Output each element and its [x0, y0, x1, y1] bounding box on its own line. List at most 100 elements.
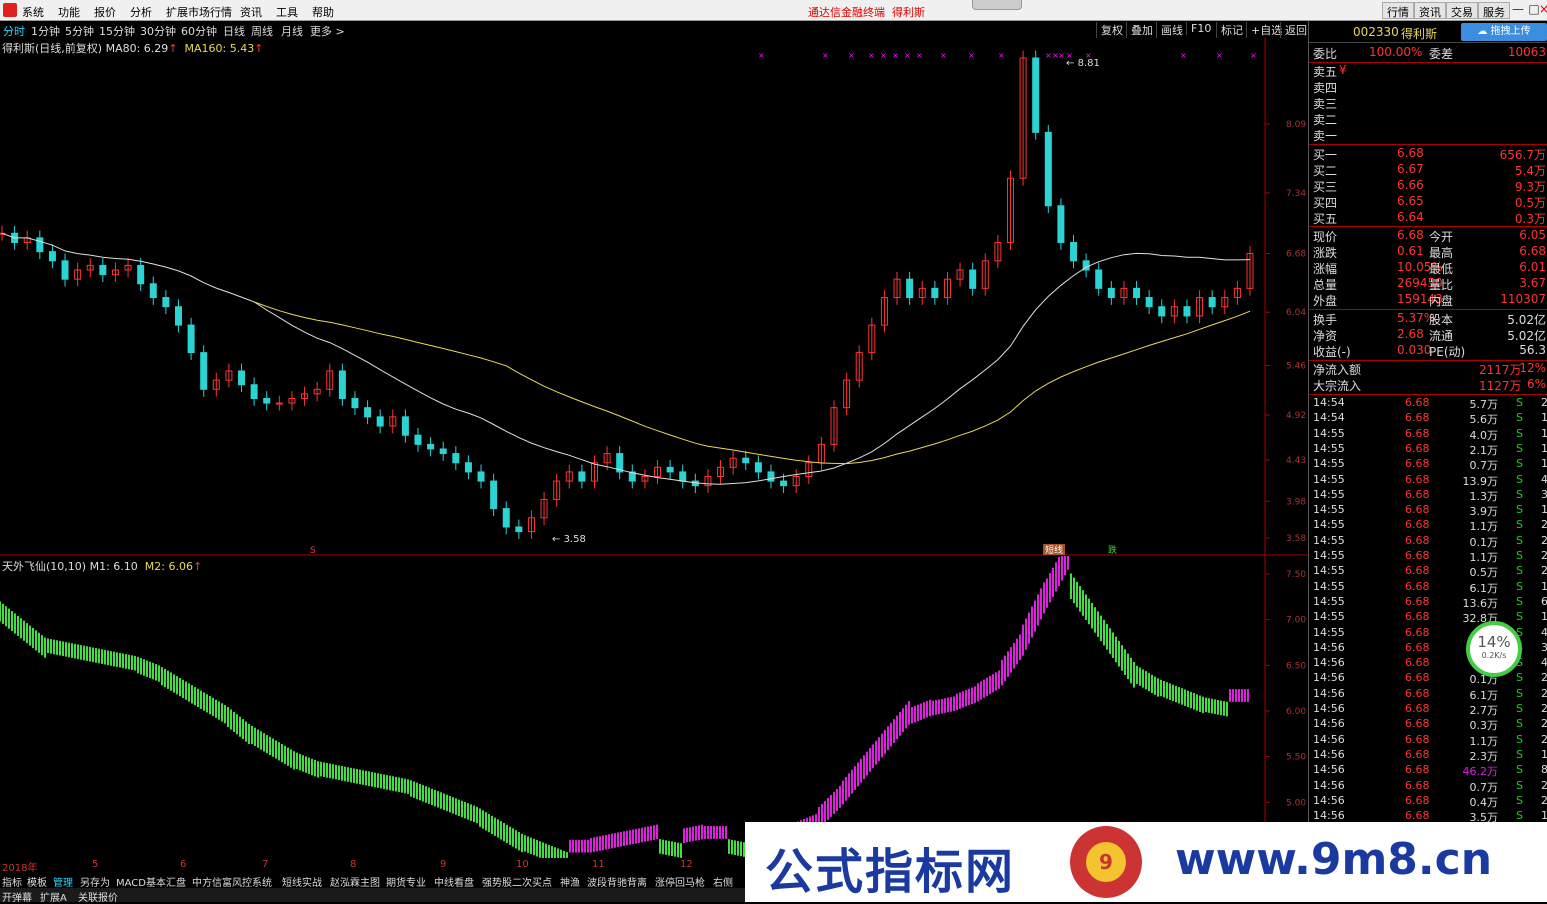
- period-tab-intraday[interactable]: 分时: [3, 23, 25, 39]
- tick-price: 6.68: [1405, 717, 1430, 731]
- tool-f10[interactable]: F10: [1186, 22, 1211, 35]
- tick-count: 3: [1541, 487, 1547, 501]
- candle-body: [767, 471, 775, 482]
- tab-divergence[interactable]: 波段背驰背离: [587, 874, 647, 889]
- menu-item-news[interactable]: 资讯: [240, 4, 262, 20]
- tick-side: S: [1516, 426, 1523, 440]
- row-value: 2.68: [1397, 327, 1424, 341]
- period-tab-daily[interactable]: 日线: [223, 23, 245, 39]
- menu-item-extended-market[interactable]: 扩展市场行情: [166, 4, 232, 20]
- tab-strong-stock[interactable]: 强势股二次买点: [482, 874, 552, 889]
- menu-item-analysis[interactable]: 分析: [130, 4, 152, 20]
- top-btn-trade[interactable]: 交易: [1446, 2, 1478, 19]
- period-tab-1min[interactable]: 1分钟: [31, 23, 60, 39]
- weibi-value: 100.00%: [1369, 45, 1423, 59]
- tick-volume: 0.4万: [1469, 795, 1499, 809]
- tick-volume: 1.1万: [1469, 551, 1499, 564]
- period-tab-weekly[interactable]: 周线: [251, 23, 273, 39]
- top-btn-news[interactable]: 资讯: [1414, 2, 1446, 19]
- candle-body: [427, 443, 435, 450]
- tab-macd[interactable]: MACD基本: [116, 874, 166, 889]
- divider: [1309, 144, 1547, 145]
- menu-item-quote[interactable]: 报价: [94, 4, 116, 20]
- top-btn-market[interactable]: 行情: [1382, 2, 1414, 19]
- tick-count: 6: [1541, 594, 1547, 608]
- menu-item-help[interactable]: 帮助: [312, 4, 334, 20]
- bottom-bar: 开弹幕 扩展A 关联报价: [0, 888, 745, 904]
- row-value: 0.030: [1397, 343, 1432, 357]
- period-tab-5min[interactable]: 5分钟: [65, 23, 94, 39]
- tick-side: S: [1516, 717, 1523, 731]
- row-value-right: 5.4万: [1514, 164, 1546, 178]
- speed-percent: 14%: [1477, 633, 1511, 651]
- tick-row: 14:54 6.68 5.6万 S 1: [1309, 411, 1547, 426]
- tick-row: 14:55 6.68 13.6万 S 6: [1309, 595, 1547, 610]
- tool-add-watchlist[interactable]: +自选: [1246, 22, 1282, 38]
- tab-shenyu[interactable]: 神渔: [560, 874, 580, 889]
- period-tab-30min[interactable]: 30分钟: [140, 23, 176, 39]
- row-label: 卖五: [1313, 65, 1338, 79]
- tick-time: 14:55: [1313, 625, 1345, 639]
- menu-item-tools[interactable]: 工具: [276, 4, 298, 20]
- tool-adjust[interactable]: 复权: [1096, 22, 1123, 38]
- tab-futures[interactable]: 期货专业: [386, 874, 426, 889]
- date-label: 12: [680, 859, 693, 870]
- tool-mark[interactable]: 标记: [1216, 22, 1243, 38]
- tick-side: S: [1516, 579, 1523, 593]
- weicha-label: 委差: [1429, 47, 1454, 61]
- tick-time: 14:56: [1313, 671, 1345, 685]
- network-speed-ball[interactable]: 14% 0.2K/s: [1466, 621, 1522, 677]
- tick-side: S: [1516, 671, 1523, 685]
- cloud-icon: ☁: [1477, 26, 1488, 37]
- upload-button[interactable]: ☁ 拖拽上传: [1461, 23, 1547, 41]
- tab-indicator[interactable]: 指标: [2, 874, 22, 889]
- tick-row: 14:56 6.68 2.7万 S 2: [1309, 702, 1547, 717]
- tab-risk-control[interactable]: 中方信富风控系统: [192, 874, 272, 889]
- tick-side: S: [1516, 441, 1523, 455]
- period-tab-monthly[interactable]: 月线: [281, 23, 303, 39]
- tab-short-term[interactable]: 短线实战: [282, 874, 322, 889]
- tick-row: 14:56 6.68 1.1万 S 2: [1309, 733, 1547, 748]
- tool-draw[interactable]: 画线: [1156, 22, 1183, 38]
- price-tick-label: 6.68: [1286, 249, 1306, 259]
- period-tab-15min[interactable]: 15分钟: [99, 23, 135, 39]
- tick-volume: 1.3万: [1469, 489, 1499, 503]
- row-label-right: 最高: [1429, 246, 1454, 260]
- tab-huipan[interactable]: 汇盘: [166, 874, 186, 889]
- top-btn-service[interactable]: 服务: [1478, 2, 1510, 19]
- tick-time: 14:56: [1313, 778, 1345, 792]
- tick-volume: 2.1万: [1469, 443, 1499, 457]
- tab-manage[interactable]: 管理: [53, 874, 73, 889]
- buy-level-row: 买二 6.67 5.4万: [1309, 162, 1547, 178]
- row-label: 收益(-): [1313, 345, 1351, 359]
- stock-name: 得利斯: [1401, 27, 1438, 41]
- tab-right-side[interactable]: 右侧: [713, 874, 733, 889]
- tab-main-chart[interactable]: 赵泓霖主图: [330, 874, 380, 889]
- kline-chart[interactable]: 8.09 7.34 6.68 6.04 5.46 4.92 4.43 3.98 3.58 × × ×…: [0, 38, 1308, 556]
- row-value-right: 0.3万: [1514, 212, 1546, 226]
- signal-x-mark: ×: [998, 51, 1005, 60]
- signal-x-mark: ×: [1250, 51, 1257, 60]
- window-grip[interactable]: [972, 0, 1022, 10]
- tab-mid-term[interactable]: 中线看盘: [434, 874, 474, 889]
- tick-price: 6.68: [1405, 809, 1430, 823]
- tab-template[interactable]: 模板: [27, 874, 47, 889]
- tool-back[interactable]: 返回: [1280, 22, 1307, 38]
- indicator-chart[interactable]: 7.507.006.506.005.505.004.50: [0, 556, 1308, 858]
- stat-row: 换手 5.37% 股本 5.02亿: [1309, 311, 1547, 327]
- minimize-icon[interactable]: —: [1510, 2, 1526, 18]
- tick-count: 4: [1541, 625, 1547, 639]
- period-tab-60min[interactable]: 60分钟: [181, 23, 217, 39]
- indicator-tick-label: 6.00: [1286, 707, 1306, 717]
- tab-save-as[interactable]: 另存为: [80, 874, 110, 889]
- tick-row: 14:56 6.68 0.1万 S 2: [1309, 671, 1547, 686]
- tick-price: 6.68: [1405, 564, 1430, 578]
- row-label-right: PE(动): [1429, 345, 1466, 359]
- close-icon[interactable]: ×: [1536, 2, 1547, 18]
- tool-overlay[interactable]: 叠加: [1126, 22, 1153, 38]
- candle-body: [679, 471, 687, 482]
- period-tab-more[interactable]: 更多 >: [310, 23, 345, 39]
- menu-item-system[interactable]: 系统: [22, 4, 44, 20]
- menu-item-function[interactable]: 功能: [58, 4, 80, 20]
- tab-limit-up[interactable]: 涨停回马枪: [655, 874, 705, 889]
